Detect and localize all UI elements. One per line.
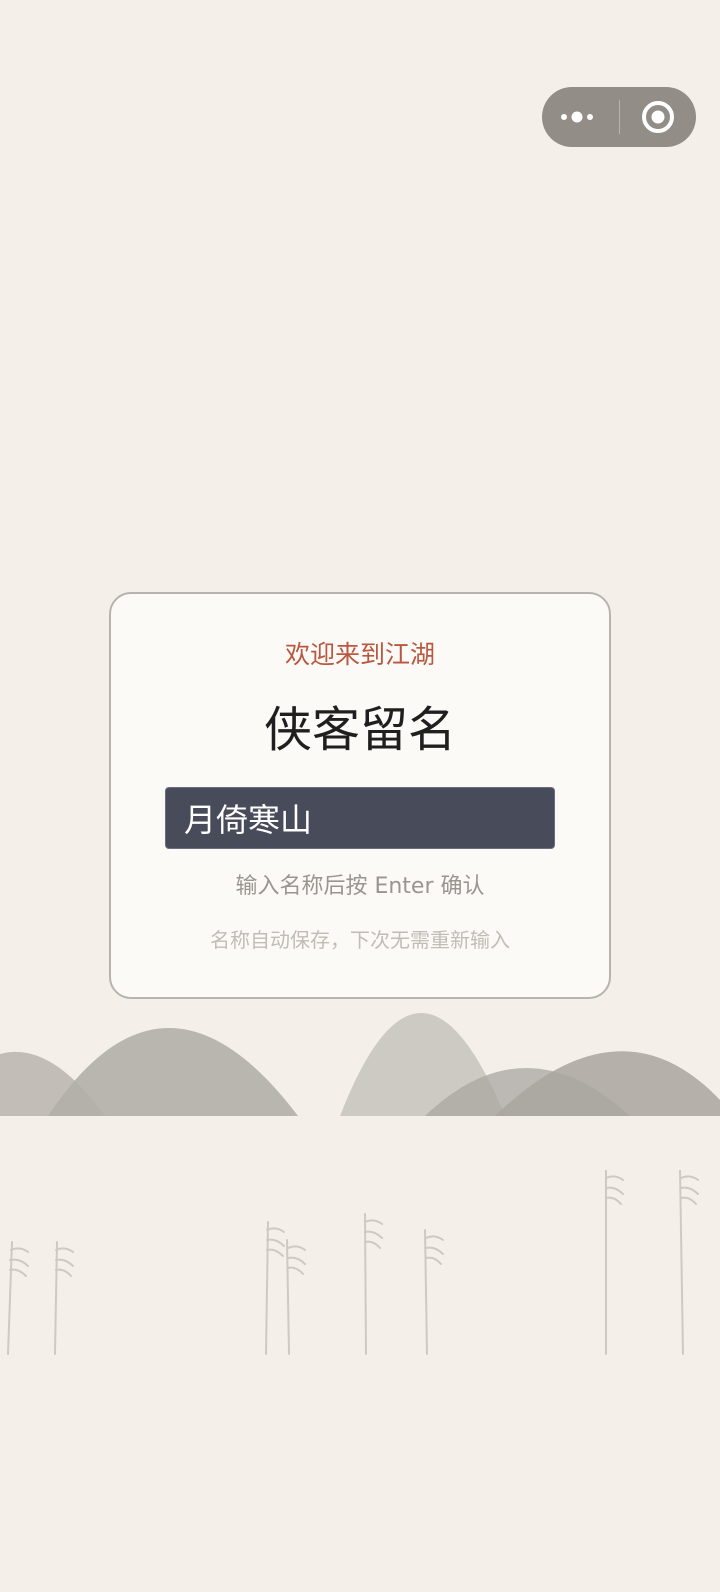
- name-card: 欢迎来到江湖 侠客留名 输入名称后按 Enter 确认 名称自动保存，下次无需重…: [109, 592, 611, 999]
- more-button[interactable]: [542, 87, 619, 147]
- welcome-text: 欢迎来到江湖: [284, 640, 435, 669]
- more-dots-icon: [561, 111, 593, 123]
- close-button[interactable]: [620, 87, 696, 147]
- enter-hint: 输入名称后按 Enter 确认: [235, 874, 485, 899]
- target-close-icon: [642, 101, 674, 133]
- mini-program-capsule: [542, 87, 696, 147]
- bamboo-illustration: [7, 1170, 699, 1355]
- page: { "capsule": { "more_icon": "more-dots-i…: [0, 0, 720, 1592]
- autosave-hint: 名称自动保存，下次无需重新输入: [210, 928, 510, 952]
- name-input[interactable]: [165, 787, 555, 849]
- card-title: 侠客留名: [263, 702, 456, 758]
